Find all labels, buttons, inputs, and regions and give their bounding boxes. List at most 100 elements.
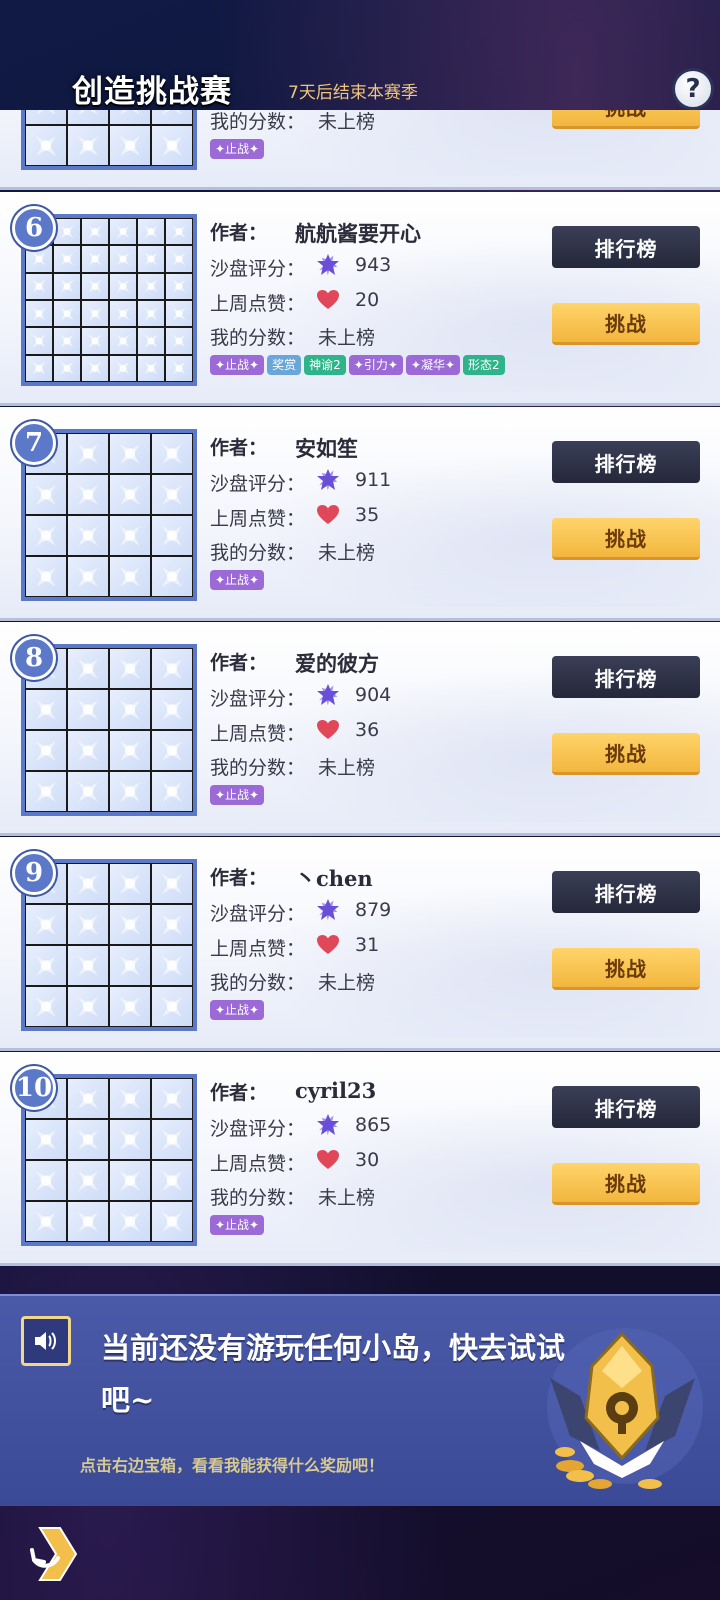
challenge-button[interactable]: 挑战 [552,303,700,345]
grid-cell [67,986,109,1027]
grid-cell [67,556,109,597]
grid-cell [53,354,81,382]
tag-list: ✦止战✦ [210,785,265,805]
grid-cell [67,1119,109,1160]
grid-cell [109,945,151,986]
grid-cell [109,771,151,812]
tag: ✦止战✦ [210,355,265,375]
grid-cell [81,245,109,273]
treasure-chest-icon[interactable] [540,1326,705,1496]
tag: ✦止战✦ [210,1215,265,1235]
grid-cell [151,689,193,730]
grid-cell [109,986,151,1027]
grid-cell [53,272,81,300]
rating-value: 911 [355,469,392,491]
star-icon [317,899,339,921]
grid-cell [25,689,67,730]
list-item: 6 作者： 航航酱要开心 沙盘评分： 943 上周点赞： 20 我的分数： 未上榜 ✦止战✦ 奖赏神… [0,192,720,406]
grid-cell [151,1078,193,1119]
author-row: 作者： 爱的彼方 [210,648,379,676]
challenge-button[interactable]: 挑战 [552,733,700,775]
my-score-value: 未上榜 [318,542,376,564]
grid-cell [109,327,137,355]
rating-value: 904 [355,684,392,706]
grid-cell [25,474,67,515]
list-item-partial: 我的分数： 未上榜 ✦止战✦ 挑战 [0,110,720,190]
challenge-button[interactable]: 挑战 [552,948,700,990]
star-icon [317,469,339,491]
rating-row: 沙盘评分： 879 [210,899,391,926]
my-score-value: 未上榜 [318,327,376,349]
heart-icon [317,720,339,739]
grid-cell [109,272,137,300]
grid-cell [67,648,109,689]
grid-cell [109,300,137,328]
author-row: 作者： 安如笙 [210,433,358,461]
tip-hint: 点击右边宝箱，看看我能获得什么奖励吧！ [80,1456,385,1475]
grid-cell [67,863,109,904]
rank-badge: 9 [12,851,56,895]
grid-cell [25,272,53,300]
grid-cell [109,863,151,904]
challenge-button[interactable]: 挑战 [552,1163,700,1205]
leaderboard-button[interactable]: 排行榜 [552,441,700,483]
my-score-value: 未上榜 [318,757,376,779]
my-score-row: 我的分数： 未上榜 [210,538,375,565]
likes-row: 上周点赞： 36 [210,719,380,745]
challenge-list[interactable]: 我的分数： 未上榜 ✦止战✦ 挑战 6 作者：航航酱要开心沙盘评分：943 上周点赞… [0,110,720,1295]
tag-list: ✦止战✦ [210,570,265,590]
rank-badge: 10 [12,1066,56,1110]
grid-cell [25,300,53,328]
grid-cell [109,1078,151,1119]
grid-cell [67,1201,109,1242]
grid-cell [53,218,81,246]
grid-cell [109,556,151,597]
grid-cell [25,1119,67,1160]
tag-list: ✦止战✦ [210,1215,265,1235]
grid-cell [25,327,53,355]
grid-cell [151,474,193,515]
grid-cell [151,986,193,1027]
grid-cell [109,245,137,273]
question-icon: ? [685,74,701,104]
list-item: 10 作者： cyril23 沙盘评分： 865 上周点赞： 30 我的分数： 未上榜 ✦止战✦ 排… [0,1052,720,1266]
author-row: 作者： cyril23 [210,1078,377,1104]
grid-cell [67,689,109,730]
grid-cell [151,945,193,986]
star-icon [317,1114,339,1136]
rating-row: 沙盘评分： 865 [210,1114,391,1141]
tip-message: 当前还没有游玩任何小岛，快去试试吧~ [101,1331,566,1417]
grid-cell [165,354,193,382]
grid-cell [81,272,109,300]
grid-cell [109,1201,151,1242]
tag: ✦引力✦ [348,355,403,375]
grid-cell [81,354,109,382]
leaderboard-button[interactable]: 排行榜 [552,1086,700,1128]
grid-cell [67,771,109,812]
leaderboard-button[interactable]: 排行榜 [552,871,700,913]
grid-cell [25,1160,67,1201]
heart-icon [317,935,339,954]
leaderboard-button[interactable]: 排行榜 [552,226,700,268]
tag: 形态2 [463,355,505,375]
grid-cell [25,945,67,986]
author-name: 安如笙 [295,436,358,461]
grid-cell [165,300,193,328]
likes-value: 35 [355,504,380,526]
my-score-row: 我的分数： 未上榜 [210,1183,375,1210]
season-countdown: 7天后结束本赛季 [288,83,418,103]
back-arrow-icon [30,1527,78,1581]
grid-cell [109,648,151,689]
challenge-button[interactable]: 挑战 [552,518,700,560]
rating-row: 沙盘评分： 943 [210,254,391,281]
grid-cell [25,730,67,771]
leaderboard-button[interactable]: 排行榜 [552,656,700,698]
grid-cell [137,354,165,382]
back-button[interactable] [18,1524,80,1584]
grid-cell [137,272,165,300]
challenge-button[interactable]: 挑战 [552,110,700,129]
grid-cell [81,300,109,328]
speaker-icon[interactable] [21,1316,71,1366]
help-button[interactable]: ? [672,68,714,110]
author-name: 爱的彼方 [295,651,379,676]
